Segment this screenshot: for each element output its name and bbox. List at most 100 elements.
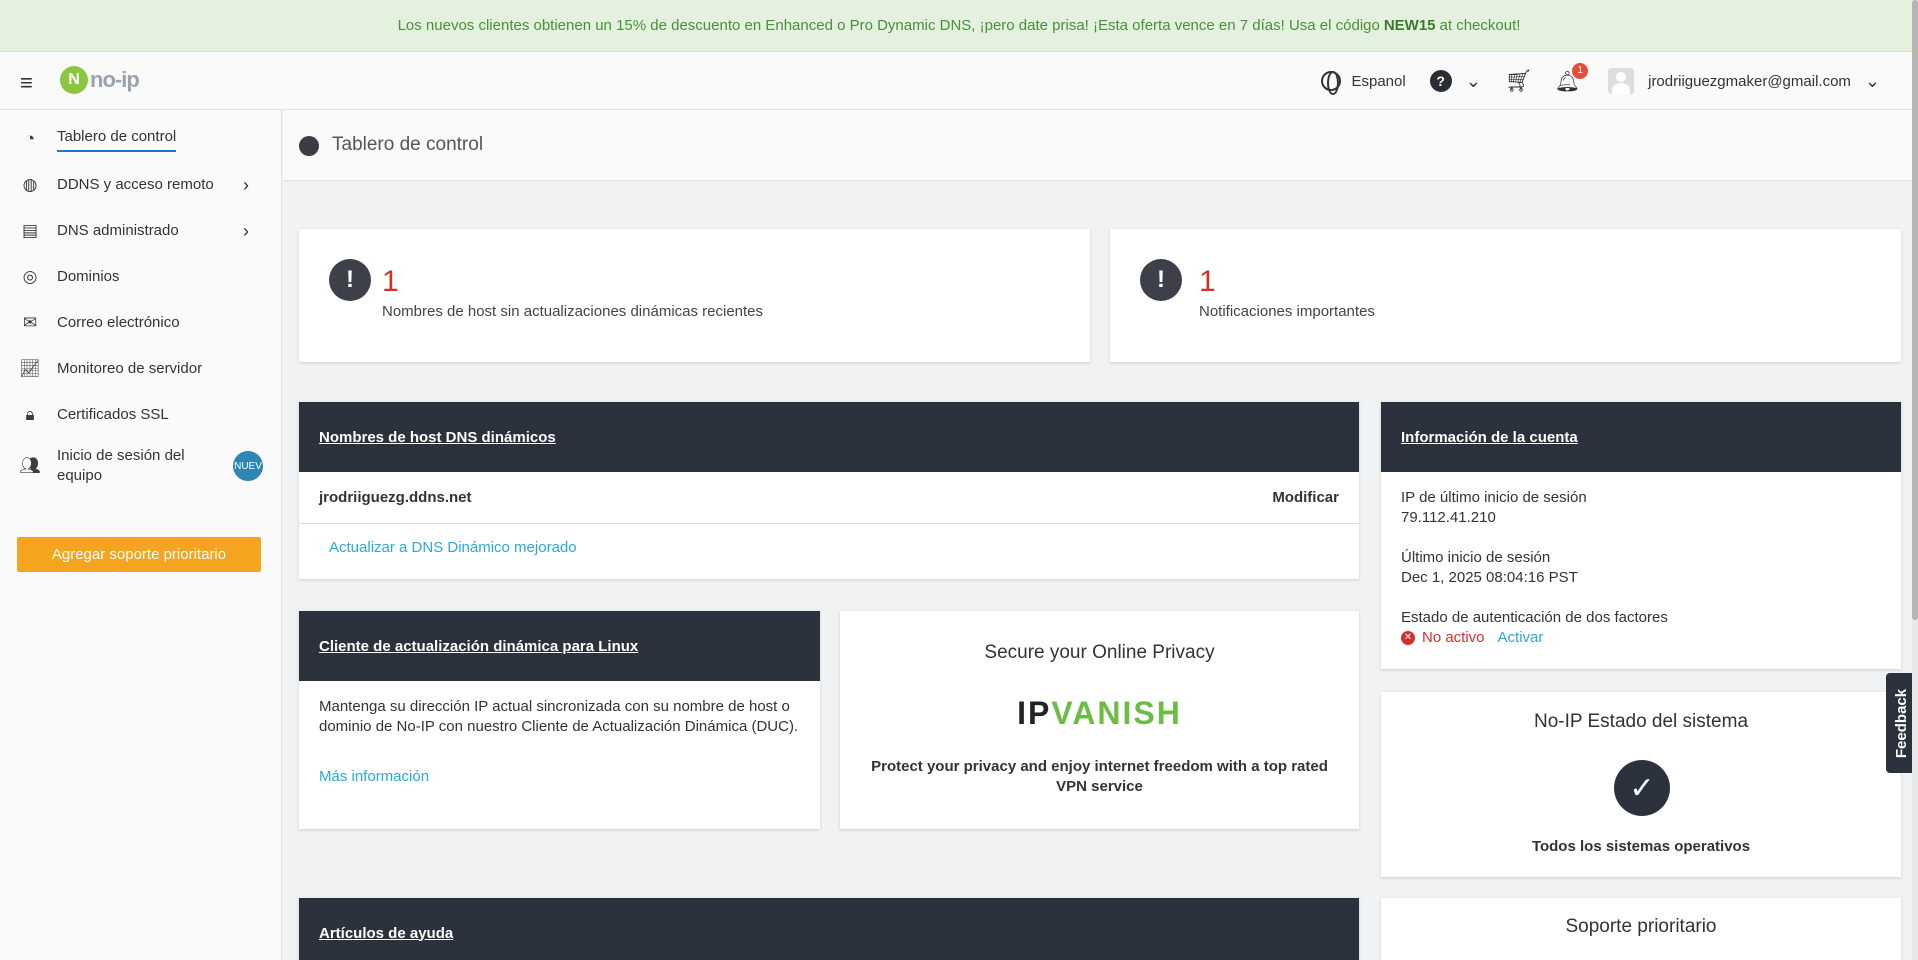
linux-client-panel: Cliente de actualización dinámica para L…	[299, 611, 820, 829]
last-ip-value: 79.112.41.210	[1401, 509, 1496, 526]
dashboard-icon: ◔	[24, 129, 36, 148]
promo-text-end: at checkout!	[1439, 17, 1521, 34]
logo-text-vanish: VANISH	[1051, 695, 1182, 731]
sidebar-item-dashboard[interactable]: ◔ Tablero de control	[0, 116, 282, 162]
mail-icon: ✉	[22, 313, 38, 332]
page-scrollbar[interactable]	[1912, 0, 1918, 960]
globe-icon	[1321, 71, 1342, 95]
dashboard-icon	[299, 136, 319, 156]
activate-twofa-link[interactable]: Activar	[1498, 629, 1544, 646]
logo-text-ip: IP	[1017, 695, 1052, 731]
logo-text: no-ip	[90, 67, 140, 92]
menu-icon[interactable]: ≡	[20, 70, 33, 96]
sidebar-item-server-monitoring[interactable]: 📈︎ Monitoreo de servidor	[0, 346, 282, 392]
sidebar-item-label: Dominios	[57, 268, 120, 285]
check-icon: ✓	[1614, 760, 1670, 816]
logo-mark: N	[60, 66, 88, 94]
alert-text: Nombres de host sin actualizaciones diná…	[382, 303, 764, 320]
promo-text: Los nuevos clientes obtienen un 15% de d…	[397, 17, 1380, 34]
bell-icon[interactable]: 🔔︎ 1	[1555, 62, 1589, 94]
system-status-title: No-IP Estado del sistema	[1533, 711, 1749, 732]
priority-support-title: Soporte prioritario	[1565, 916, 1717, 937]
alert-card-notifications[interactable]: ! 1 Notificaciones importantes	[1110, 229, 1901, 362]
sidebar-item-team-login[interactable]: 👥︎ Inicio de sesión del equipo NUEV	[0, 438, 282, 494]
logo[interactable]: N no-ip	[60, 66, 140, 94]
linux-client-description: Mantenga su dirección IP actual sincroni…	[319, 698, 799, 735]
alert-text: Notificaciones importantes	[1199, 303, 1375, 320]
top-bar: ≡ N no-ip Espanol ? ⌄ 🛒︎ 🔔︎ 1 jrodriiguez…	[0, 52, 1918, 110]
error-icon: ✕	[1401, 630, 1415, 645]
hostname[interactable]: jrodriiguezg.ddns.net	[319, 489, 472, 506]
sidebar-item-label: Tablero de control	[57, 127, 177, 152]
cart-icon[interactable]: 🛒︎	[1505, 68, 1533, 94]
sidebar-item-label: DDNS y acceso remoto	[57, 176, 214, 193]
sidebar-item-label: DNS administrado	[57, 222, 179, 239]
panel-header[interactable]: Cliente de actualización dinámica para L…	[299, 611, 820, 681]
sidebar-item-managed-dns[interactable]: ▤ DNS administrado ›	[0, 208, 282, 254]
domain-icon: ◎	[22, 267, 38, 286]
feedback-label: Feedback	[1893, 688, 1911, 758]
notification-badge: 1	[1572, 62, 1589, 79]
panel-title[interactable]: Cliente de actualización dinámica para L…	[319, 638, 638, 655]
divider	[299, 523, 1359, 524]
sidebar: ◔ Tablero de control ◍ DDNS y acceso rem…	[0, 110, 282, 960]
last-login-value: Dec 1, 2025 08:04:16 PST	[1401, 569, 1578, 586]
language-selector[interactable]: Espanol	[1321, 71, 1406, 95]
system-status-text: Todos los sistemas operativos	[1531, 838, 1751, 855]
lock-icon: 🔒︎	[25, 405, 35, 424]
sidebar-item-ssl[interactable]: 🔒︎ Certificados SSL	[0, 392, 282, 438]
modify-button[interactable]: Modificar	[1272, 489, 1339, 506]
twofa-label: Estado de autenticación de dos factores	[1401, 609, 1668, 626]
panel-header[interactable]: Artículos de ayuda	[299, 898, 1359, 960]
sidebar-item-email[interactable]: ✉ Correo electrónico	[0, 300, 282, 346]
exclamation-icon: !	[1140, 259, 1182, 301]
chevron-right-icon: ›	[243, 174, 249, 195]
team-icon: 👥︎	[19, 456, 41, 475]
help-icon[interactable]: ?	[1429, 70, 1452, 92]
sidebar-item-domains[interactable]: ◎ Dominios	[0, 254, 282, 300]
upgrade-ddns-link[interactable]: Actualizar a DNS Dinámico mejorado	[329, 539, 577, 556]
sidebar-item-label: Inicio de sesión del equipo	[57, 447, 185, 484]
user-menu-chevron-icon[interactable]: ⌄	[1865, 71, 1880, 92]
account-info-panel: Información de la cuenta IP de último in…	[1381, 402, 1901, 669]
ipvanish-logo: IPVANISH	[840, 695, 1359, 732]
vpn-ad-card[interactable]: Secure your Online Privacy IPVANISH Prot…	[840, 611, 1359, 829]
page-title: Tablero de control	[332, 134, 484, 155]
panel-title[interactable]: Información de la cuenta	[1401, 429, 1578, 446]
server-icon: ▤	[21, 221, 39, 240]
alert-count: 1	[382, 265, 399, 298]
twofa-status: No activo	[1422, 629, 1485, 646]
chevron-down-icon[interactable]: ⌄	[1466, 71, 1481, 92]
page-header: Tablero de control	[283, 110, 1918, 181]
sidebar-item-ddns[interactable]: ◍ DDNS y acceso remoto ›	[0, 162, 282, 208]
sidebar-item-label: Certificados SSL	[57, 406, 169, 423]
avatar[interactable]	[1608, 68, 1635, 94]
help-articles-panel: Artículos de ayuda	[299, 898, 1359, 960]
more-info-link[interactable]: Más información	[319, 768, 429, 785]
twofa-status-row: ✕ No activo Activar	[1401, 629, 1543, 646]
last-login-label: Último inicio de sesión	[1401, 549, 1551, 566]
promo-code: NEW15	[1383, 17, 1436, 34]
priority-support-panel: Soporte prioritario	[1381, 898, 1901, 960]
sidebar-item-label: Correo electrónico	[57, 314, 180, 331]
panel-header[interactable]: Información de la cuenta	[1381, 402, 1901, 472]
user-email[interactable]: jrodriiguezgmaker@gmail.com	[1648, 73, 1851, 90]
exclamation-icon: !	[329, 259, 371, 301]
scrollbar-thumb[interactable]	[1912, 0, 1918, 620]
panel-header[interactable]: Nombres de host DNS dinámicos	[299, 402, 1359, 472]
chart-icon: 📈︎	[19, 359, 41, 378]
system-status-panel: No-IP Estado del sistema ✓ Todos los sis…	[1381, 692, 1901, 877]
panel-title[interactable]: Nombres de host DNS dinámicos	[319, 429, 556, 446]
promo-banner: Los nuevos clientes obtienen un 15% de d…	[0, 0, 1918, 52]
sidebar-item-label: Monitoreo de servidor	[57, 360, 203, 377]
panel-title[interactable]: Artículos de ayuda	[319, 925, 453, 942]
alert-count: 1	[1199, 265, 1216, 298]
vpn-ad-body: Protect your privacy and enjoy internet …	[871, 758, 1328, 795]
globe-icon: ◍	[22, 175, 38, 194]
language-label: Espanol	[1351, 72, 1406, 90]
new-badge: NUEV	[233, 451, 263, 481]
vpn-ad-title: Secure your Online Privacy	[984, 642, 1215, 663]
add-priority-support-button[interactable]: Agregar soporte prioritario	[17, 537, 261, 572]
last-ip-label: IP de último inicio de sesión	[1401, 489, 1587, 506]
alert-card-hosts[interactable]: ! 1 Nombres de host sin actualizaciones …	[299, 229, 1090, 362]
